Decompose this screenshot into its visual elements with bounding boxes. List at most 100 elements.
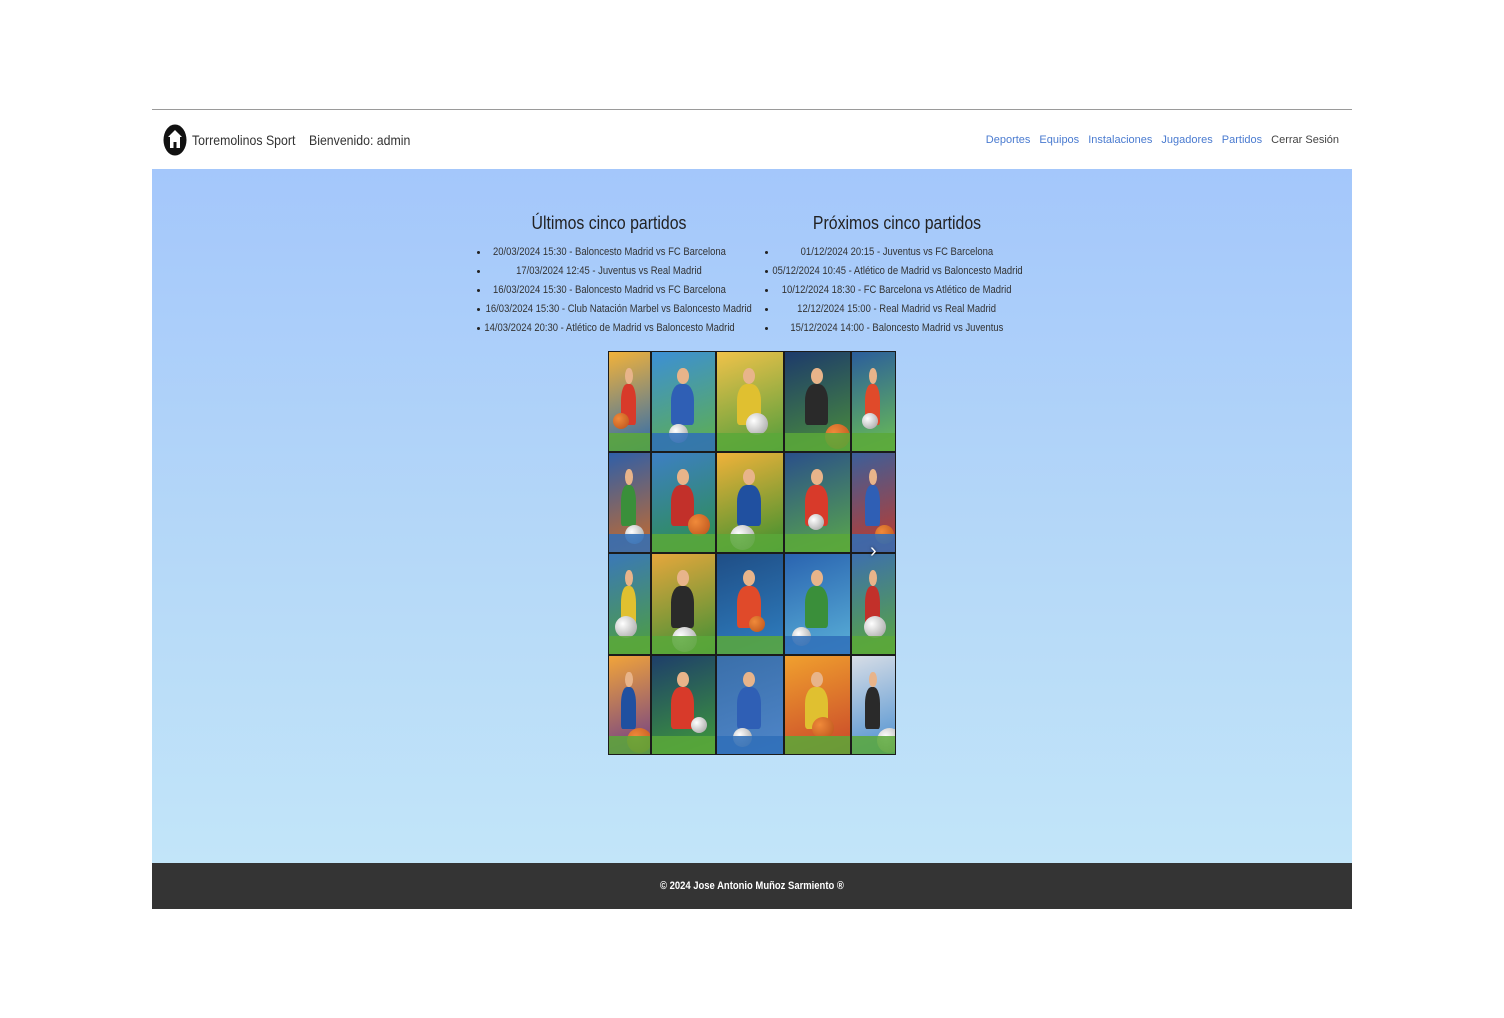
athlete-head: [677, 367, 689, 384]
sports-illustration: [651, 655, 716, 755]
bullet-icon: [477, 251, 480, 254]
sports-illustration: [851, 452, 896, 553]
field-ground: [852, 433, 895, 451]
footer-copyright: © 2024 Jose Antonio Muñoz Sarmiento ®: [660, 880, 844, 892]
athlete-figure: [864, 484, 881, 527]
field-ground: [652, 736, 715, 754]
nav-link-instalaciones[interactable]: Instalaciones: [1088, 134, 1152, 146]
sports-carousel[interactable]: [608, 351, 896, 755]
list-item: 14/03/2024 20:30 - Atlético de Madrid vs…: [464, 319, 754, 338]
brand-name: Torremolinos Sport: [192, 131, 296, 148]
athlete-figure: [670, 586, 694, 628]
athlete-figure: [864, 687, 881, 729]
athlete-figure: [621, 687, 637, 729]
list-item: 12/12/2024 15:00 - Real Madrid vs Real M…: [752, 300, 1042, 319]
bullet-icon: [477, 308, 480, 311]
list-item: 20/03/2024 15:30 - Baloncesto Madrid vs …: [464, 243, 754, 262]
sports-illustration: [716, 553, 784, 655]
athlete-head: [677, 468, 689, 485]
bullet-icon: [477, 327, 480, 330]
field-ground: [652, 433, 715, 451]
sports-illustration: [784, 351, 851, 452]
chevron-right-icon[interactable]: ›: [870, 541, 877, 561]
athlete-figure: [736, 687, 761, 729]
bullet-icon: [765, 270, 768, 273]
sports-illustration: [651, 452, 716, 553]
athlete-head: [625, 570, 633, 586]
sports-illustration: [851, 553, 896, 655]
field-ground: [785, 736, 850, 754]
athlete-head: [625, 367, 633, 384]
sports-illustration: [608, 452, 651, 553]
nav-link-deportes[interactable]: Deportes: [986, 134, 1031, 146]
sports-illustration: [608, 553, 651, 655]
house-icon: [163, 124, 187, 155]
athlete-head: [869, 671, 877, 688]
list-item: 16/03/2024 15:30 - Club Natación Marbel …: [464, 300, 754, 319]
sports-illustration: [716, 655, 784, 755]
upcoming-matches: Próximos cinco partidos 01/12/2024 20:15…: [752, 213, 1042, 338]
athlete-head: [625, 671, 633, 688]
list-item: 01/12/2024 20:15 - Juventus vs FC Barcel…: [752, 243, 1042, 262]
field-ground: [609, 433, 650, 451]
athlete-head: [869, 468, 877, 485]
field-ground: [717, 636, 783, 654]
sports-illustration: [608, 655, 651, 755]
sports-illustration: [784, 655, 851, 755]
welcome-text: Bienvenido: admin: [309, 131, 411, 148]
sports-illustration: [784, 553, 851, 655]
sports-illustration: [716, 452, 784, 553]
athlete-head: [625, 468, 633, 485]
page-frame: Torremolinos Sport Bienvenido: admin Dep…: [152, 109, 1352, 909]
field-ground: [717, 736, 783, 754]
soccer-ball-icon: [615, 616, 638, 638]
brand-link[interactable]: Torremolinos Sport: [163, 124, 310, 156]
bullet-icon: [765, 251, 768, 254]
navbar: Torremolinos Sport Bienvenido: admin Dep…: [152, 110, 1352, 169]
athlete-head: [743, 671, 756, 688]
field-ground: [785, 636, 850, 654]
sports-illustration: [716, 351, 784, 452]
field-ground: [717, 433, 783, 451]
field-ground: [652, 636, 715, 654]
list-item: 16/03/2024 15:30 - Baloncesto Madrid vs …: [464, 281, 754, 300]
field-ground: [609, 736, 650, 754]
list-item: 15/12/2024 14:00 - Baloncesto Madrid vs …: [752, 319, 1042, 338]
field-ground: [852, 636, 895, 654]
nav-link-partidos[interactable]: Partidos: [1222, 134, 1262, 146]
field-ground: [852, 736, 895, 754]
field-ground: [785, 534, 850, 552]
bullet-icon: [765, 327, 768, 330]
past-matches: Últimos cinco partidos 20/03/2024 15:30 …: [464, 213, 754, 338]
soccer-ball-icon: [861, 413, 878, 430]
nav-link-equipos[interactable]: Equipos: [1039, 134, 1079, 146]
field-ground: [785, 433, 850, 451]
athlete-figure: [670, 687, 694, 729]
field-ground: [717, 534, 783, 552]
sports-illustration: [651, 351, 716, 452]
sports-illustration: [851, 351, 896, 452]
sports-illustration: [784, 452, 851, 553]
athlete-figure: [804, 383, 828, 426]
sports-illustration: [851, 655, 896, 755]
field-ground: [652, 534, 715, 552]
athlete-head: [811, 671, 823, 688]
soccer-ball-icon: [746, 413, 769, 436]
athlete-figure: [736, 484, 761, 527]
list-item: 10/12/2024 18:30 - FC Barcelona vs Atlét…: [752, 281, 1042, 300]
logout-link[interactable]: Cerrar Sesión: [1271, 134, 1339, 146]
field-ground: [609, 534, 650, 552]
list-item: 17/03/2024 12:45 - Juventus vs Real Madr…: [464, 262, 754, 281]
athlete-head: [677, 570, 689, 586]
nav-link-jugadores[interactable]: Jugadores: [1161, 134, 1212, 146]
athlete-head: [811, 367, 823, 384]
past-matches-title: Últimos cinco partidos: [531, 213, 687, 233]
soccer-ball-icon: [808, 514, 825, 531]
athlete-head: [811, 468, 823, 485]
athlete-figure: [621, 484, 637, 527]
sports-illustration: [608, 351, 651, 452]
athlete-head: [677, 671, 689, 688]
athlete-head: [743, 570, 756, 586]
athlete-figure: [804, 586, 828, 628]
basketball-icon: [687, 514, 710, 537]
